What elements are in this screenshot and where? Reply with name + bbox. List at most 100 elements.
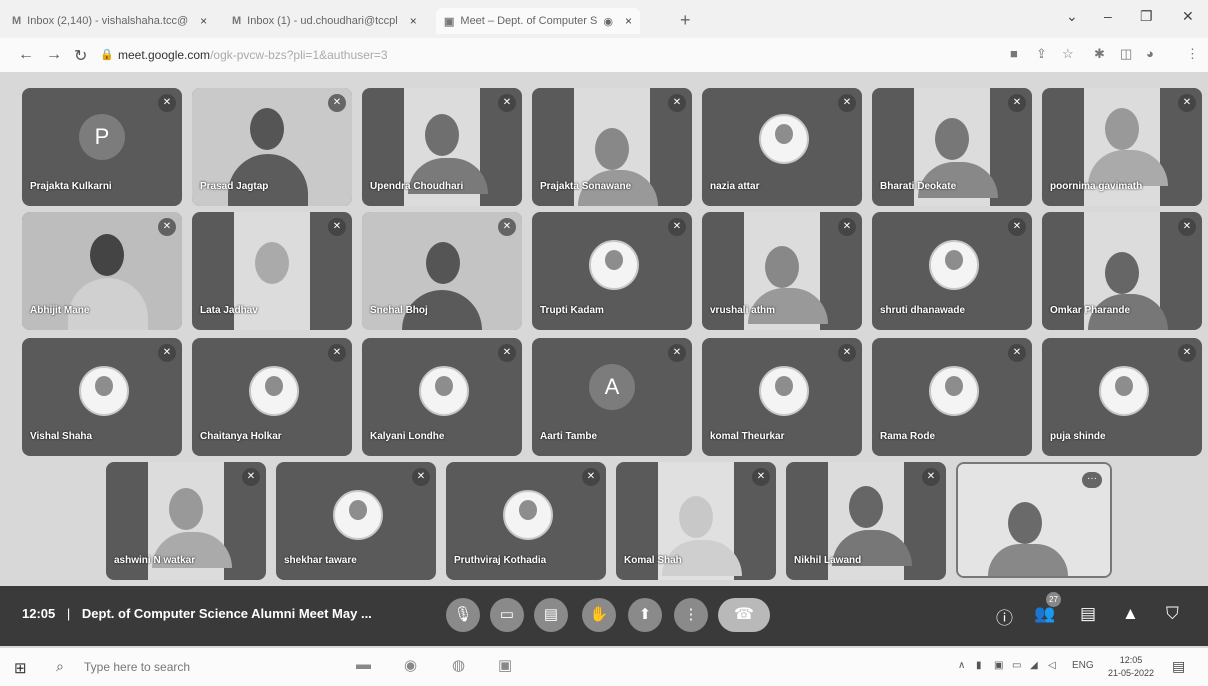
- battery-icon[interactable]: ▭: [1012, 660, 1021, 671]
- meeting-title: Dept. of Computer Science Alumni Meet Ma…: [81, 606, 372, 621]
- participant-tile[interactable]: ✕ Snehal Bhoj: [362, 212, 522, 330]
- meeting-details-icon[interactable]: ⓘ: [996, 604, 1013, 629]
- participant-tile[interactable]: ✕ Pruthviraj Kothadia: [446, 462, 606, 580]
- tab-google-meet[interactable]: ▣ Meet – Dept. of Computer S ◉ ×: [436, 8, 640, 34]
- participant-tile[interactable]: ✕ shekhar taware: [276, 462, 436, 580]
- more-options-button[interactable]: ⋮: [674, 598, 708, 632]
- word-icon[interactable]: ▣: [498, 656, 512, 674]
- participant-tile[interactable]: ✕ nazia attar: [702, 88, 862, 206]
- captions-button[interactable]: ▤: [534, 598, 568, 632]
- minimize-icon[interactable]: –: [1104, 8, 1112, 24]
- restore-icon[interactable]: ❐: [1140, 8, 1153, 25]
- camera-button[interactable]: ▭: [490, 598, 524, 632]
- windows-taskbar: ⊞ ⌕ Type here to search ▬ ◉ ◍ ▣ ∧ ▮ ▣ ▭ …: [0, 648, 1208, 686]
- participant-tile[interactable]: ✕ ashwini N watkar: [106, 462, 266, 580]
- url-path: /ogk-pvcw-bzs?pli=1&authuser=3: [210, 48, 388, 62]
- profile-avatar[interactable]: ◕: [1146, 46, 1154, 61]
- leave-call-button[interactable]: ☎: [718, 598, 770, 632]
- edge-icon[interactable]: ◍: [452, 656, 465, 674]
- participant-tile[interactable]: A ✕ Aarti Tambe: [532, 338, 692, 456]
- display-tray-icon[interactable]: ▣: [994, 660, 1003, 671]
- wifi-icon[interactable]: ◢: [1030, 660, 1038, 671]
- participant-tile[interactable]: ✕ Komal Shah: [616, 462, 776, 580]
- participant-tile[interactable]: P ✕ Prajakta Kulkarni: [22, 88, 182, 206]
- mic-off-icon: ✕: [1178, 94, 1196, 112]
- lock-icon[interactable]: 🔒: [100, 48, 114, 61]
- tray-expand-icon[interactable]: ∧: [958, 660, 965, 671]
- participant-tile[interactable]: ✕ Nikhil Lawand: [786, 462, 946, 580]
- participant-tile[interactable]: ✕ puja shinde: [1042, 338, 1202, 456]
- file-explorer-icon[interactable]: ▬: [356, 656, 371, 673]
- share-icon[interactable]: ⇪: [1036, 46, 1047, 62]
- forward-icon[interactable]: →: [46, 46, 62, 64]
- participant-name: Pruthviraj Kothadia: [454, 555, 547, 566]
- extensions-icon[interactable]: ✱: [1094, 46, 1105, 62]
- person-head: [250, 108, 284, 150]
- close-tab-icon[interactable]: ×: [200, 14, 207, 28]
- participant-tile[interactable]: ✕ Prajakta Sonawane: [532, 88, 692, 206]
- bookmark-star-icon[interactable]: ☆: [1062, 46, 1074, 62]
- search-icon[interactable]: ⌕: [56, 658, 64, 675]
- participant-name: Kalyani Londhe: [370, 431, 445, 442]
- raise-hand-button[interactable]: ✋: [582, 598, 616, 632]
- people-icon[interactable]: 👥: [1034, 604, 1055, 624]
- mic-off-icon: ✕: [922, 468, 940, 486]
- participant-tile[interactable]: ✕ Chaitanya Holkar: [192, 338, 352, 456]
- avatar: [1099, 366, 1149, 416]
- camera-indicator-icon[interactable]: ■: [1010, 46, 1018, 61]
- person-head: [426, 242, 460, 284]
- present-screen-button[interactable]: ⬆: [628, 598, 662, 632]
- participant-tile[interactable]: ✕ Prasad Jagtap: [192, 88, 352, 206]
- participant-tile[interactable]: ✕ Rama Rode: [872, 338, 1032, 456]
- avatar: [759, 114, 809, 164]
- windows-start-icon[interactable]: ⊞: [14, 659, 27, 677]
- participant-tile[interactable]: ✕ vrushali athm: [702, 212, 862, 330]
- tab-search-icon[interactable]: ⌄: [1066, 8, 1078, 25]
- person-head: [1105, 108, 1139, 150]
- participant-name: Prajakta Sonawane: [540, 181, 632, 192]
- url-field[interactable]: meet.google.com/ogk-pvcw-bzs?pli=1&authu…: [118, 48, 388, 62]
- participant-tile[interactable]: ✕ Lata Jadhav: [192, 212, 352, 330]
- participant-tile[interactable]: ✕ shruti dhanawade: [872, 212, 1032, 330]
- menu-icon[interactable]: ⋮: [1186, 46, 1199, 62]
- close-tab-icon[interactable]: ×: [410, 14, 417, 28]
- close-window-icon[interactable]: ✕: [1182, 8, 1194, 25]
- chat-icon[interactable]: ▤: [1080, 604, 1096, 624]
- tab-gmail-inbox-1[interactable]: M Inbox (2,140) - vishalshaha.tcc@ ×: [12, 8, 207, 34]
- notification-icon[interactable]: ▤: [1172, 658, 1185, 675]
- volume-icon[interactable]: ◁: [1048, 660, 1056, 671]
- participant-name: shruti dhanawade: [880, 305, 966, 316]
- participant-tile[interactable]: ✕ Vishal Shaha: [22, 338, 182, 456]
- participant-tile[interactable]: ✕ Trupti Kadam: [532, 212, 692, 330]
- system-clock[interactable]: 12:05 21-05-2022: [1108, 654, 1154, 680]
- microphone-tray-icon[interactable]: ▮: [976, 660, 982, 671]
- close-tab-icon[interactable]: ×: [625, 14, 632, 28]
- participant-tile[interactable]: ✕ Abhijit Mane: [22, 212, 182, 330]
- language-indicator[interactable]: ENG: [1072, 660, 1094, 671]
- reload-icon[interactable]: ↻: [74, 46, 87, 66]
- self-view-tile[interactable]: ···: [956, 462, 1112, 578]
- chrome-icon[interactable]: ◉: [404, 656, 417, 674]
- more-options-icon[interactable]: ···: [1082, 472, 1102, 488]
- person-head: [849, 486, 883, 528]
- participant-name: komal Theurkar: [710, 431, 785, 442]
- microphone-button[interactable]: 🎙: [446, 598, 480, 632]
- activities-icon[interactable]: ▲: [1122, 604, 1139, 624]
- participant-name: Chaitanya Holkar: [200, 431, 282, 442]
- mic-off-icon: ✕: [1178, 218, 1196, 236]
- tab-gmail-inbox-2[interactable]: M Inbox (1) - ud.choudhari@tccpl ×: [232, 8, 417, 34]
- new-tab-button[interactable]: +: [680, 10, 691, 31]
- participant-tile[interactable]: ✕ Kalyani Londhe: [362, 338, 522, 456]
- participant-tile[interactable]: ✕ poornima gavimath: [1042, 88, 1202, 206]
- avatar: [419, 366, 469, 416]
- avatar: A: [589, 364, 635, 410]
- avatar: [333, 490, 383, 540]
- host-controls-icon[interactable]: ⛉: [1166, 604, 1179, 624]
- participant-tile[interactable]: ✕ Upendra Choudhari: [362, 88, 522, 206]
- taskbar-search-input[interactable]: Type here to search: [84, 660, 190, 674]
- side-panel-icon[interactable]: ◫: [1120, 46, 1132, 62]
- participant-tile[interactable]: ✕ Omkar Pharande: [1042, 212, 1202, 330]
- participant-tile[interactable]: ✕ Bharati Deokate: [872, 88, 1032, 206]
- participant-tile[interactable]: ✕ komal Theurkar: [702, 338, 862, 456]
- back-icon[interactable]: ←: [18, 46, 34, 64]
